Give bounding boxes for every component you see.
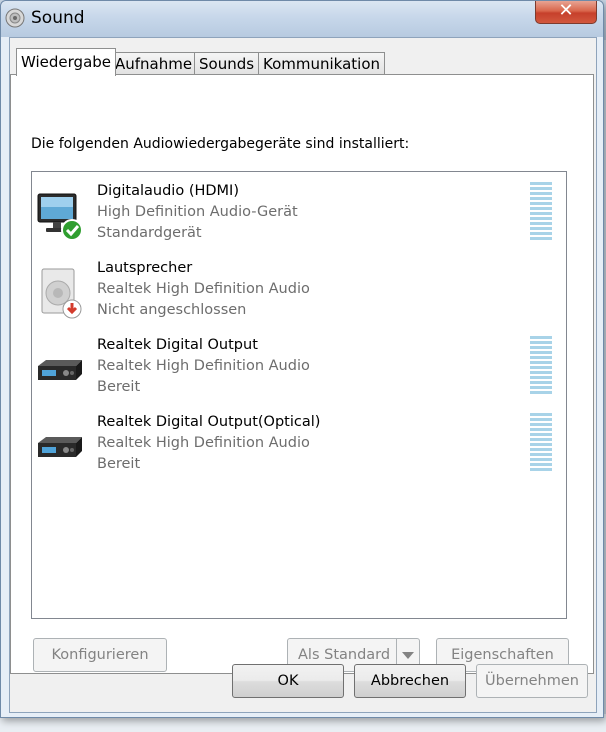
close-button[interactable]: ✕ bbox=[535, 1, 597, 24]
tab-sounds[interactable]: Sounds bbox=[194, 52, 260, 74]
default-check-icon bbox=[61, 219, 83, 241]
device-list[interactable]: Digitalaudio (HDMI) High Definition Audi… bbox=[31, 171, 567, 619]
device-name: Lautsprecher bbox=[97, 260, 193, 276]
device-driver: Realtek High Definition Audio bbox=[97, 281, 310, 297]
tab-label: Aufnahme bbox=[115, 55, 193, 73]
chevron-down-icon bbox=[402, 652, 414, 659]
sound-dialog: Sound ✕ Wiedergabe Aufnahme Sounds Kommu… bbox=[0, 0, 604, 718]
list-item-realtek-digital-output[interactable]: Realtek Digital Output Realtek High Defi… bbox=[32, 334, 566, 406]
monitor-icon bbox=[37, 193, 83, 241]
device-name: Digitalaudio (HDMI) bbox=[97, 183, 239, 199]
ok-button[interactable]: OK bbox=[232, 664, 344, 698]
tab-label: Kommunikation bbox=[263, 55, 381, 73]
intro-text: Die folgenden Audiowiedergabegeräte sind… bbox=[31, 136, 410, 152]
list-item-realtek-digital-output-optical[interactable]: Realtek Digital Output(Optical) Realtek … bbox=[32, 411, 566, 483]
tab-label: Wiedergabe bbox=[21, 53, 112, 71]
set-default-label: Als Standard bbox=[298, 647, 391, 663]
tab-label: Sounds bbox=[199, 55, 255, 73]
device-status: Nicht angeschlossen bbox=[97, 302, 247, 318]
speaker-icon bbox=[41, 268, 82, 319]
list-item-lautsprecher[interactable]: Lautsprecher Realtek High Definition Aud… bbox=[32, 257, 566, 329]
cancel-button[interactable]: Abbrechen bbox=[354, 664, 466, 698]
tab-aufnahme[interactable]: Aufnahme bbox=[110, 52, 198, 74]
window-title: Sound bbox=[31, 8, 85, 28]
tab-panel-wiedergabe: Die folgenden Audiowiedergabegeräte sind… bbox=[10, 74, 594, 674]
device-driver: Realtek High Definition Audio bbox=[97, 435, 310, 451]
digital-output-icon bbox=[38, 437, 82, 457]
sound-app-icon bbox=[5, 8, 25, 28]
device-status: Bereit bbox=[97, 456, 141, 472]
device-driver: Realtek High Definition Audio bbox=[97, 358, 310, 374]
device-status: Bereit bbox=[97, 379, 141, 395]
device-name: Realtek Digital Output(Optical) bbox=[97, 414, 321, 430]
titlebar[interactable]: Sound ✕ bbox=[1, 1, 603, 37]
dialog-client-area: Wiedergabe Aufnahme Sounds Kommunikation… bbox=[9, 37, 597, 713]
digital-output-icon bbox=[38, 360, 82, 380]
close-icon: ✕ bbox=[558, 0, 574, 21]
apply-button[interactable]: Übernehmen bbox=[476, 664, 588, 698]
tab-kommunikation[interactable]: Kommunikation bbox=[258, 52, 386, 74]
list-item-digitalaudio-hdmi[interactable]: Digitalaudio (HDMI) High Definition Audi… bbox=[32, 180, 566, 252]
volume-meter bbox=[530, 413, 552, 473]
tab-wiedergabe[interactable]: Wiedergabe bbox=[16, 48, 117, 76]
device-status: Standardgerät bbox=[97, 225, 202, 241]
configure-button[interactable]: Konfigurieren bbox=[33, 638, 167, 672]
volume-meter bbox=[530, 182, 552, 242]
device-driver: High Definition Audio-Gerät bbox=[97, 204, 298, 220]
device-name: Realtek Digital Output bbox=[97, 337, 258, 353]
volume-meter bbox=[530, 336, 552, 396]
